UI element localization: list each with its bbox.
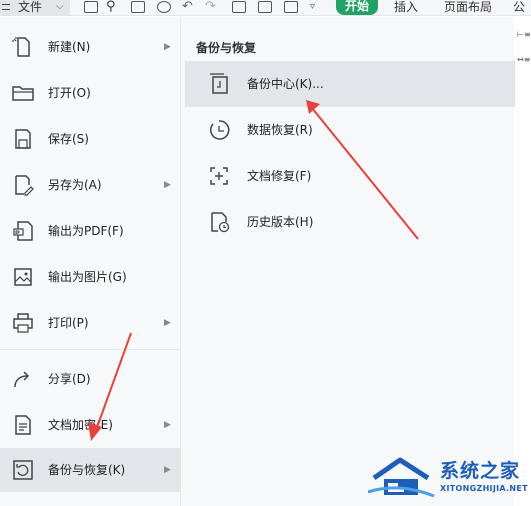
menu-item-label: 打印(P) bbox=[48, 316, 89, 330]
submenu-item-backup-center[interactable]: 备份中心(K)... bbox=[185, 61, 515, 107]
indent-icon: ↔≡ bbox=[517, 55, 531, 64]
file-menu: 新建(N) ▶ 打开(O) 保存(S) 另存为(A) ▶ 输出为PDF(F) 输… bbox=[0, 17, 181, 506]
menu-item-export-pdf[interactable]: 输出为PDF(F) bbox=[0, 209, 180, 253]
save-quick-icon[interactable] bbox=[84, 1, 98, 13]
watermark-text: 系统之家 bbox=[440, 460, 521, 482]
tab-formula[interactable]: 公 bbox=[513, 0, 525, 15]
menu-item-label: 分享(D) bbox=[48, 372, 91, 386]
menu-divider bbox=[0, 349, 180, 350]
menu-item-label: 另存为(A) bbox=[48, 178, 102, 192]
paste-icon[interactable] bbox=[232, 1, 246, 13]
save-icon bbox=[15, 129, 31, 149]
save-as-icon bbox=[15, 175, 34, 196]
undo-icon[interactable]: ↶ bbox=[182, 0, 193, 15]
backup-submenu: 备份与恢复 备份中心(K)... 数据恢复(R) 文档修复(F) 历史版本(H) bbox=[182, 17, 515, 506]
chevron-down-icon: ⌵ bbox=[56, 1, 64, 12]
submenu-item-doc-repair[interactable]: 文档修复(F) bbox=[185, 153, 515, 199]
menu-item-label: 保存(S) bbox=[48, 132, 89, 146]
house-logo-icon bbox=[368, 457, 435, 498]
menu-item-print[interactable]: 打印(P) ▶ bbox=[0, 301, 180, 345]
pdf-icon bbox=[13, 221, 33, 241]
print-quick-icon[interactable] bbox=[131, 1, 145, 13]
submenu-item-history-version[interactable]: 历史版本(H) bbox=[185, 199, 515, 245]
backup-restore-icon bbox=[13, 460, 33, 480]
preview-icon[interactable] bbox=[157, 1, 171, 13]
hamburger-icon bbox=[2, 4, 10, 10]
share-icon bbox=[14, 371, 30, 388]
submenu-item-data-recovery[interactable]: 数据恢复(R) bbox=[185, 107, 515, 153]
chevron-right-icon: ▶ bbox=[164, 318, 171, 328]
chevron-right-icon: ▶ bbox=[164, 420, 171, 430]
submenu-title: 备份与恢复 bbox=[196, 41, 257, 55]
chevron-right-icon: ▶ bbox=[164, 180, 171, 190]
menu-item-open[interactable]: 打开(O) bbox=[0, 71, 180, 115]
menu-item-share[interactable]: 分享(D) bbox=[0, 357, 180, 401]
submenu-item-label: 历史版本(H) bbox=[247, 215, 314, 229]
folder-icon bbox=[12, 86, 34, 101]
menu-item-new[interactable]: 新建(N) ▶ bbox=[0, 25, 180, 69]
backup-center-icon bbox=[210, 73, 228, 94]
more-dropdown-icon[interactable]: ▿ bbox=[310, 0, 315, 15]
tab-insert[interactable]: 插入 bbox=[394, 0, 418, 15]
chevron-right-icon: ▶ bbox=[164, 42, 171, 52]
menu-item-export-image[interactable]: 输出为图片(G) bbox=[0, 255, 180, 299]
menu-item-encrypt[interactable]: 文档加密(E) ▶ bbox=[0, 403, 180, 447]
encrypt-doc-icon bbox=[15, 415, 31, 435]
redo-icon[interactable]: ↷ bbox=[205, 0, 216, 15]
new-file-icon bbox=[12, 37, 30, 57]
file-label: 文件 bbox=[18, 0, 43, 14]
copy-icon[interactable] bbox=[258, 1, 272, 13]
menu-item-label: 文档加密(E) bbox=[48, 418, 113, 432]
menu-item-save-as[interactable]: 另存为(A) ▶ bbox=[0, 163, 180, 207]
menu-item-label: 打开(O) bbox=[48, 86, 91, 100]
align-icon: ⊢≡ bbox=[517, 30, 531, 39]
printer-icon bbox=[13, 313, 33, 333]
submenu-item-label: 备份中心(K)... bbox=[247, 77, 324, 91]
watermark-subtext: XITONGZHIJIA.NET bbox=[440, 484, 528, 493]
history-version-icon bbox=[211, 212, 230, 233]
menu-item-label: 输出为PDF(F) bbox=[48, 224, 124, 238]
top-toolbar: 文件 ⌵ ⚲ ↶ ↷ ▿ 开始 插入 页面布局 公 bbox=[0, 0, 531, 16]
submenu-item-label: 文档修复(F) bbox=[247, 169, 312, 183]
image-icon bbox=[14, 268, 32, 286]
tab-page-layout[interactable]: 页面布局 bbox=[444, 0, 492, 15]
watermark-logo: 系统之家 XITONGZHIJIA.NET bbox=[368, 452, 528, 502]
submenu-item-label: 数据恢复(R) bbox=[247, 123, 313, 137]
menu-item-backup-restore[interactable]: 备份与恢复(K) ▶ bbox=[0, 448, 180, 492]
chevron-right-icon: ▶ bbox=[164, 465, 171, 475]
new-doc-icon[interactable] bbox=[284, 1, 298, 13]
doc-repair-icon bbox=[210, 167, 228, 185]
file-menu-button[interactable]: 文件 ⌵ bbox=[0, 0, 70, 15]
format-painter-icon[interactable]: ⚲ bbox=[106, 0, 116, 15]
tab-start[interactable]: 开始 bbox=[336, 0, 378, 15]
menu-item-label: 新建(N) bbox=[48, 40, 91, 54]
menu-item-save[interactable]: 保存(S) bbox=[0, 117, 180, 161]
menu-item-label: 备份与恢复(K) bbox=[48, 463, 126, 477]
menu-item-label: 输出为图片(G) bbox=[48, 270, 127, 284]
spreadsheet-area: ⊢≡ ↔≡ bbox=[514, 17, 531, 506]
data-recovery-icon bbox=[210, 120, 230, 140]
